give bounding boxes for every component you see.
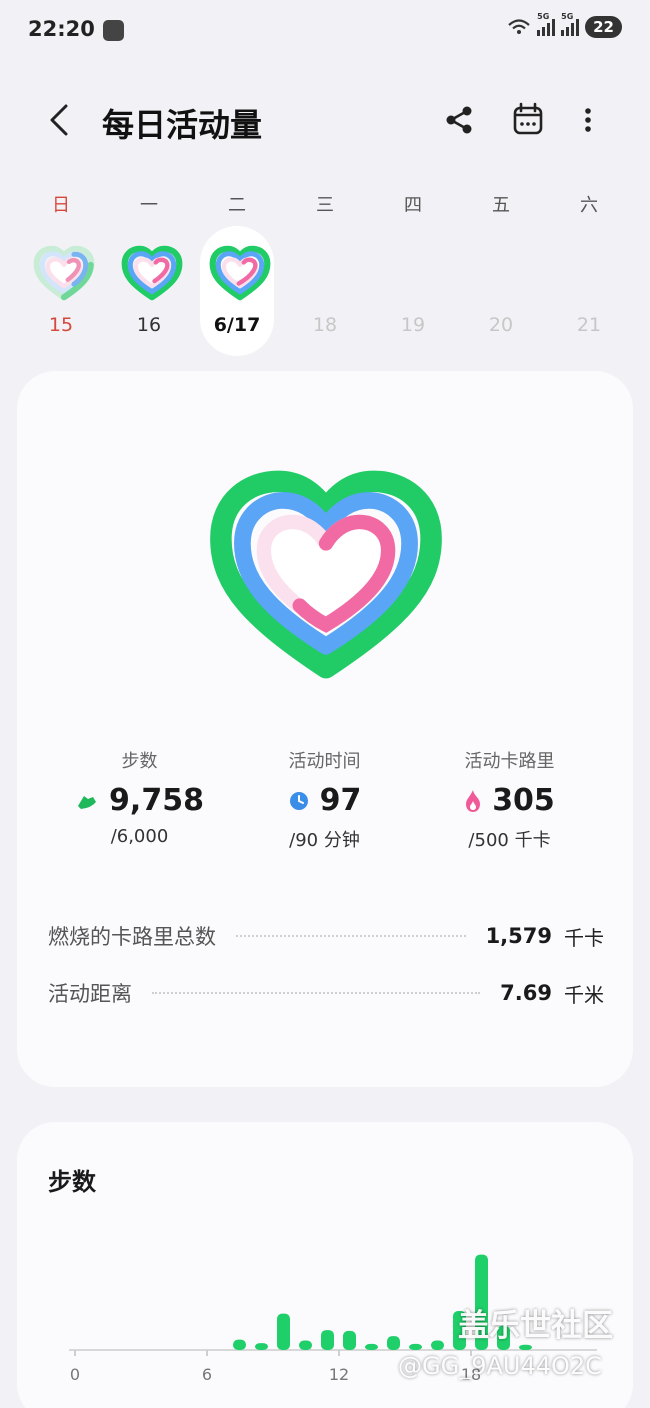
step-bar[interactable] bbox=[365, 1343, 378, 1350]
step-bar[interactable] bbox=[255, 1343, 268, 1350]
page-title: 每日活动量 bbox=[102, 106, 263, 144]
active-calories-goal: /500 千卡 bbox=[468, 830, 551, 851]
steps-label: 步数 bbox=[121, 751, 158, 772]
distance-label: 活动距离 bbox=[48, 982, 132, 1006]
day-number: 20 bbox=[488, 314, 514, 336]
step-bar[interactable] bbox=[299, 1340, 312, 1350]
steps-goal: /6,000 bbox=[110, 826, 169, 847]
day-monday[interactable]: 一 16 bbox=[109, 186, 189, 361]
weekday-label: 日 bbox=[52, 195, 70, 216]
total-calories-label: 燃烧的卡路里总数 bbox=[48, 925, 216, 949]
back-button[interactable] bbox=[40, 98, 80, 142]
flame-icon bbox=[466, 789, 481, 812]
day-number: 15 bbox=[48, 314, 74, 336]
distance-row: 活动距离 7.69 千米 bbox=[48, 978, 604, 1008]
day-number: 18 bbox=[312, 314, 338, 336]
step-bar[interactable] bbox=[409, 1343, 422, 1350]
clock-icon bbox=[289, 791, 308, 810]
active-calories-label: 活动卡路里 bbox=[464, 751, 555, 772]
weekday-label: 四 bbox=[404, 195, 422, 216]
weekday-label: 六 bbox=[580, 195, 598, 216]
active-time-stat: 活动时间 97 /90 分钟 bbox=[222, 747, 427, 852]
day-number: 6/17 bbox=[213, 314, 261, 336]
total-calories-row: 燃烧的卡路里总数 1,579 千卡 bbox=[48, 921, 604, 951]
week-selector: 日 15 一 16 二 6/17 三 18 四 19 五 20 六 21 bbox=[18, 186, 634, 361]
cell-signal-icon: 5G bbox=[561, 12, 580, 36]
status-icons: 5G 5G 22 bbox=[507, 12, 622, 38]
app-bar: 每日活动量 bbox=[0, 90, 650, 150]
dotted-leader bbox=[152, 992, 481, 994]
total-calories-value: 1,579 bbox=[485, 924, 552, 948]
step-bar[interactable] bbox=[519, 1344, 532, 1350]
step-bar[interactable] bbox=[277, 1313, 290, 1350]
weekday-label: 一 bbox=[140, 195, 158, 216]
active-calories-value: 305 bbox=[492, 783, 555, 818]
x-tick-label: 6 bbox=[202, 1365, 212, 1384]
status-time: 22:20 bbox=[28, 17, 95, 41]
x-tick-label: 12 bbox=[329, 1365, 349, 1384]
activity-heart-icon bbox=[121, 245, 183, 301]
active-time-value: 97 bbox=[319, 783, 362, 818]
steps-stat: 步数 9,758 /6,000 bbox=[37, 747, 242, 847]
distance-unit: 千米 bbox=[564, 982, 604, 1007]
daily-activity-card[interactable]: 步数 9,758 /6,000 活动时间 97 /90 分钟 活动卡路里 305 bbox=[17, 371, 633, 1087]
distance-value: 7.69 bbox=[500, 981, 552, 1005]
total-calories-unit: 千卡 bbox=[564, 925, 604, 950]
step-bar[interactable] bbox=[387, 1336, 400, 1350]
dotted-leader bbox=[236, 935, 466, 937]
step-bar[interactable] bbox=[343, 1330, 356, 1350]
cell-signal-icon: 5G bbox=[537, 12, 556, 36]
status-bar: 22:20 5G 5G 22 bbox=[0, 0, 650, 62]
activity-heart-icon bbox=[33, 245, 95, 301]
activity-heart-icon bbox=[209, 245, 271, 301]
user-id-watermark: @GG_9AU44O2C bbox=[398, 1352, 602, 1380]
day-sunday[interactable]: 日 15 bbox=[21, 186, 101, 361]
calendar-button[interactable] bbox=[508, 98, 548, 142]
shoe-icon bbox=[78, 795, 97, 809]
share-button[interactable] bbox=[440, 98, 480, 142]
steps-value: 9,758 bbox=[109, 783, 204, 818]
day-number: 21 bbox=[576, 314, 602, 336]
step-bar[interactable] bbox=[431, 1340, 444, 1350]
share-icon bbox=[446, 106, 472, 134]
day-number: 19 bbox=[400, 314, 426, 336]
step-bar[interactable] bbox=[321, 1330, 334, 1350]
x-tick-label: 0 bbox=[70, 1365, 80, 1384]
active-time-label: 活动时间 bbox=[288, 751, 361, 772]
weekday-label: 五 bbox=[492, 195, 510, 216]
wifi-icon bbox=[508, 19, 530, 34]
day-number: 16 bbox=[136, 314, 162, 336]
active-time-goal: /90 分钟 bbox=[289, 830, 360, 851]
day-saturday[interactable]: 六 21 bbox=[549, 186, 629, 361]
day-wednesday[interactable]: 三 18 bbox=[285, 186, 365, 361]
more-vertical-icon bbox=[585, 108, 591, 132]
weekday-label: 三 bbox=[316, 195, 334, 216]
day-friday[interactable]: 五 20 bbox=[461, 186, 541, 361]
day-tuesday-selected[interactable]: 二 6/17 bbox=[197, 186, 277, 361]
active-calories-stat: 活动卡路里 305 /500 千卡 bbox=[407, 747, 612, 852]
calendar-icon bbox=[513, 102, 543, 135]
community-watermark: 盖乐世社区 bbox=[458, 1308, 613, 1344]
step-bar[interactable] bbox=[233, 1339, 246, 1350]
back-arrow-icon bbox=[50, 104, 68, 136]
day-thursday[interactable]: 四 19 bbox=[373, 186, 453, 361]
weekday-label: 二 bbox=[228, 195, 246, 216]
notification-app-icon bbox=[103, 20, 124, 41]
battery-indicator: 22 bbox=[585, 16, 622, 38]
activity-rings-heart bbox=[210, 470, 442, 679]
more-options-button[interactable] bbox=[568, 98, 608, 142]
